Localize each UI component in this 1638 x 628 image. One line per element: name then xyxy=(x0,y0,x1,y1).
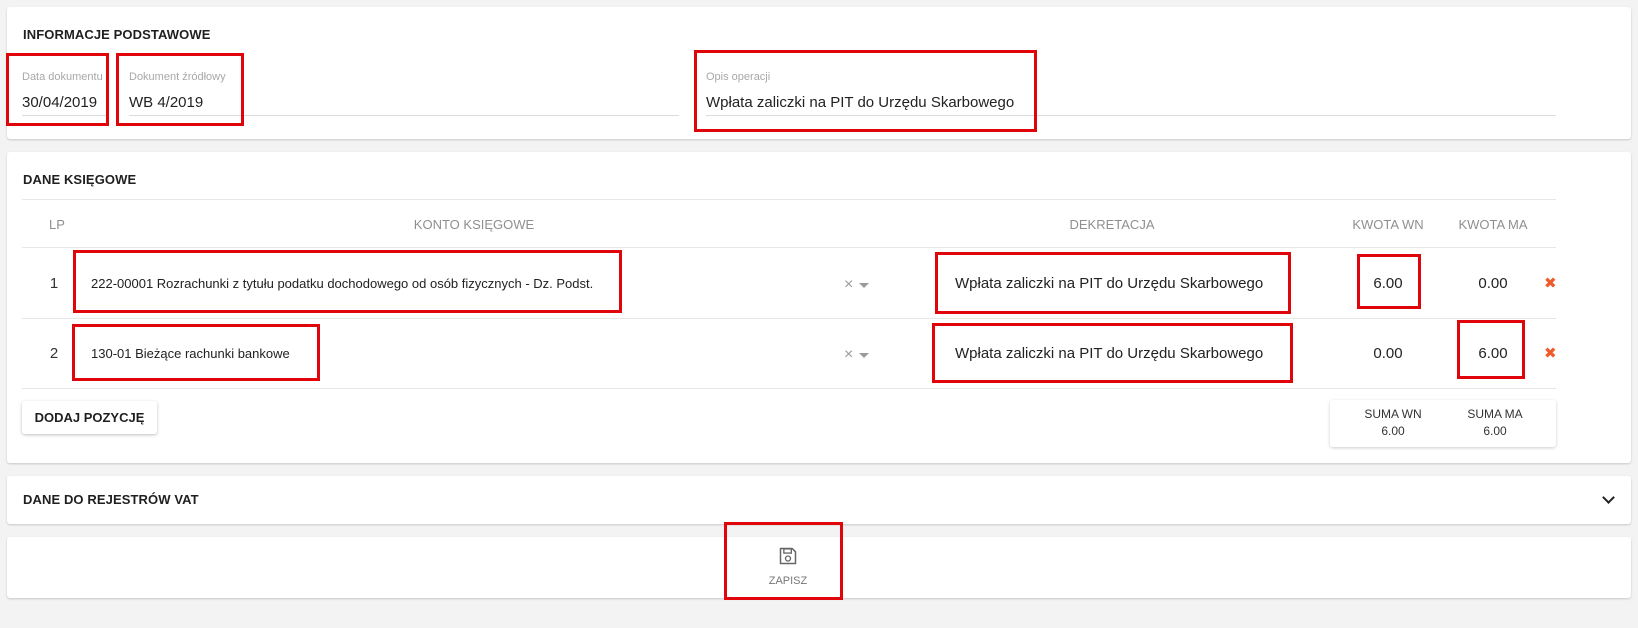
sum-wn: SUMA WN 6.00 xyxy=(1348,406,1438,440)
delete-icon[interactable]: ✖ xyxy=(1544,346,1557,361)
delete-icon[interactable]: ✖ xyxy=(1544,276,1557,291)
chevron-down-icon[interactable] xyxy=(1602,491,1615,504)
operation-description-label: Opis operacji xyxy=(706,71,771,83)
source-document-input[interactable]: WB 4/2019 xyxy=(129,94,203,111)
caret-down-icon[interactable] xyxy=(859,352,870,358)
divider xyxy=(22,318,1556,319)
add-position-button[interactable]: DODAJ POZYCJĘ xyxy=(22,401,157,434)
account-select-controls: × xyxy=(844,277,870,293)
vat-register-section[interactable]: DANE DO REJESTRÓW VAT xyxy=(7,476,1631,524)
divider xyxy=(22,388,1556,389)
sum-wn-value: 6.00 xyxy=(1381,424,1405,438)
sum-ma-label: SUMA MA xyxy=(1467,407,1523,421)
sum-summary: SUMA WN 6.00 SUMA MA 6.00 xyxy=(1330,400,1556,447)
caret-down-icon[interactable] xyxy=(859,282,870,288)
kwota-ma-input[interactable]: 6.00 xyxy=(1453,345,1533,362)
row-number: 2 xyxy=(49,345,59,362)
operation-description-underline xyxy=(706,115,1556,116)
divider xyxy=(22,247,1556,248)
kwota-wn-input[interactable]: 6.00 xyxy=(1348,275,1428,292)
dekretacja-input[interactable]: Wpłata zaliczki na PIT do Urzędu Skarbow… xyxy=(955,345,1263,362)
divider xyxy=(22,199,1556,200)
source-document-label: Dokument źródłowy xyxy=(129,71,226,83)
column-header-dekretacja: DEKRETACJA xyxy=(1069,217,1155,232)
basic-info-section: INFORMACJE PODSTAWOWE Data dokumentu 30/… xyxy=(7,7,1631,139)
clear-icon[interactable]: × xyxy=(844,277,853,293)
operation-description-input[interactable]: Wpłata zaliczki na PIT do Urzędu Skarbow… xyxy=(706,94,1014,111)
document-date-underline xyxy=(22,115,108,116)
row-number: 1 xyxy=(49,275,59,292)
document-date-input[interactable]: 30/04/2019 xyxy=(22,94,97,111)
sum-wn-label: SUMA WN xyxy=(1364,407,1422,421)
ledger-section: DANE KSIĘGOWE LP KONTO KSIĘGOWE DEKRETAC… xyxy=(7,152,1631,463)
sum-ma-value: 6.00 xyxy=(1483,424,1507,438)
column-header-lp: LP xyxy=(49,217,65,232)
save-button-label: ZAPISZ xyxy=(768,575,808,587)
section-title-basic-info: INFORMACJE PODSTAWOWE xyxy=(23,27,211,42)
account-select[interactable]: 222-00001 Rozrachunki z tytułu podatku d… xyxy=(91,276,593,291)
save-button[interactable]: ZAPISZ xyxy=(753,546,823,592)
save-bar: ZAPISZ xyxy=(7,537,1631,598)
sum-ma: SUMA MA 6.00 xyxy=(1450,406,1540,440)
source-document-underline xyxy=(129,115,679,116)
kwota-ma-input[interactable]: 0.00 xyxy=(1453,275,1533,292)
document-date-label: Data dokumentu xyxy=(22,71,103,83)
section-title-ledger: DANE KSIĘGOWE xyxy=(23,172,137,187)
column-header-kwota-ma: KWOTA MA xyxy=(1458,217,1528,232)
clear-icon[interactable]: × xyxy=(844,347,853,363)
column-header-kwota-wn: KWOTA WN xyxy=(1352,217,1424,232)
column-header-account: KONTO KSIĘGOWE xyxy=(413,217,535,232)
kwota-wn-input[interactable]: 0.00 xyxy=(1348,345,1428,362)
section-title-vat: DANE DO REJESTRÓW VAT xyxy=(23,492,199,507)
account-select-controls: × xyxy=(844,347,870,363)
dekretacja-input[interactable]: Wpłata zaliczki na PIT do Urzędu Skarbow… xyxy=(955,275,1263,292)
account-select[interactable]: 130-01 Bieżące rachunki bankowe xyxy=(91,346,290,361)
floppy-disk-icon xyxy=(779,547,797,565)
